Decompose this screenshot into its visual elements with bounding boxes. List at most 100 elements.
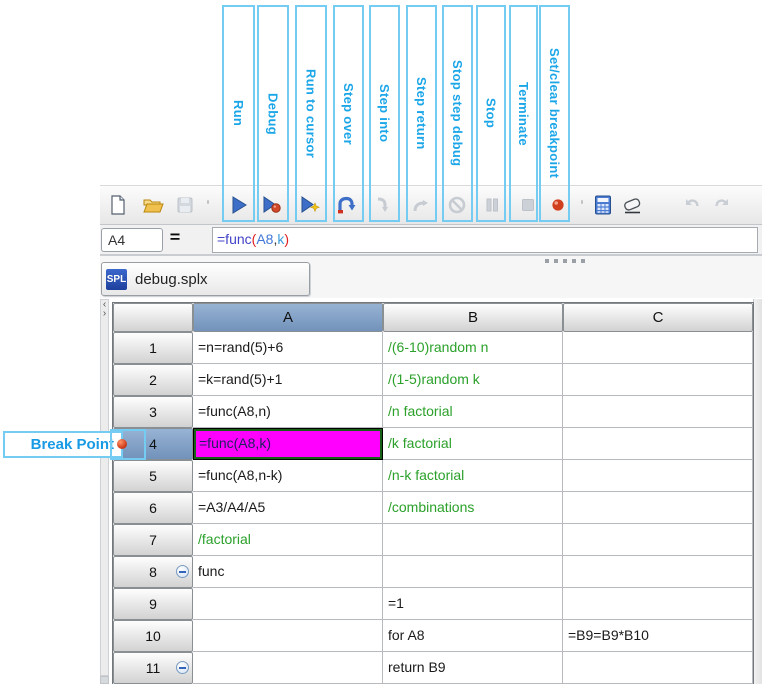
cell-reference-box[interactable]: A4 [101,228,163,252]
eraser-clear-icon[interactable] [621,194,643,216]
annotation-run: Run [222,5,255,222]
tab-bar: SPL debug.splx [100,256,762,298]
column-header-B[interactable]: B [383,303,563,332]
cell-A4-selected[interactable]: =func(A8,k) [193,428,383,460]
spreadsheet: A B C 1 =n=rand(5)+6 /(6-10)random n 2 =… [112,302,754,684]
cell-A3[interactable]: =func(A8,n) [193,396,383,428]
row-header-10[interactable]: 10 [113,620,193,652]
grid-row-10: 10 for A8 =B9=B9*B10 [113,620,753,652]
new-file-icon[interactable] [107,194,129,216]
breakpoint-dot-icon [117,439,127,449]
cell-B3[interactable]: /n factorial [383,396,563,428]
formula-token: A8 [256,231,274,247]
grid-row-1: 1 =n=rand(5)+6 /(6-10)random n [113,332,753,364]
formula-token: ) [284,231,289,247]
row-header-5[interactable]: 5 [113,460,193,492]
formula-input[interactable]: =func(A8,k) [212,227,758,253]
cell-B11[interactable]: return B9 [383,652,563,684]
cell-C6[interactable] [563,492,753,524]
cell-A10[interactable] [193,620,383,652]
cell-C10[interactable]: =B9=B9*B10 [563,620,753,652]
grid-row-6: 6 =A3/A4/A5 /combinations [113,492,753,524]
cell-B2[interactable]: /(1-5)random k [383,364,563,396]
grid-row-2: 2 =k=rand(5)+1 /(1-5)random k [113,364,753,396]
row-number: 8 [149,564,157,580]
corner-header[interactable] [113,303,193,332]
cell-C9[interactable] [563,588,753,620]
row-header-9[interactable]: 9 [113,588,193,620]
cell-A6[interactable]: =A3/A4/A5 [193,492,383,524]
tab-debug-splx[interactable]: SPL debug.splx [101,262,310,296]
cell-A1[interactable]: =n=rand(5)+6 [193,332,383,364]
splitter-handle[interactable] [545,259,585,263]
annotation-step-over: Step over [333,5,364,222]
row-header-11[interactable]: 11 [113,652,193,684]
row-header-7[interactable]: 7 [113,524,193,556]
grid-row-7: 7 /factorial [113,524,753,556]
scroll-right-icon[interactable]: › [101,309,108,319]
cell-B4[interactable]: /k factorial [383,428,563,460]
calculator-icon[interactable] [592,194,614,216]
open-file-icon[interactable] [142,194,164,216]
redo-icon-disabled[interactable] [711,194,733,216]
cell-B8[interactable] [383,556,563,588]
row-header-1[interactable]: 1 [113,332,193,364]
annotation-terminate: Terminate [509,5,538,222]
scrollbar-corner [100,676,109,684]
spl-logo-icon: SPL [106,268,127,290]
annotation-step-return: Step return [406,5,437,222]
grid-row-5: 5 =func(A8,n-k) /n-k factorial [113,460,753,492]
grid-row-4: 4 =func(A8,k) /k factorial [113,428,753,460]
formula-token: =func [217,231,252,247]
cell-B6[interactable]: /combinations [383,492,563,524]
undo-icon-disabled[interactable] [681,194,703,216]
collapse-minus-icon[interactable] [176,661,189,674]
cell-C5[interactable] [563,460,753,492]
annotation-run-to-cursor: Run to cursor [295,5,327,222]
annotation-set-clear-breakpoint: Set/clear breakpoint [539,5,570,222]
toolbar-separator [207,200,209,204]
annotation-step-into: Step into [369,5,400,222]
cell-C3[interactable] [563,396,753,428]
cell-A7[interactable]: /factorial [193,524,383,556]
cell-C7[interactable] [563,524,753,556]
annotation-stop-step-debug: Stop step debug [442,5,473,222]
screenshot-canvas: A4 = =func(A8,k) SPL debug.splx ‹ › A B … [0,0,762,684]
cell-A11[interactable] [193,652,383,684]
row-number: 11 [145,660,161,676]
row-header-6[interactable]: 6 [113,492,193,524]
cell-A5[interactable]: =func(A8,n-k) [193,460,383,492]
cell-B5[interactable]: /n-k factorial [383,460,563,492]
row-header-3[interactable]: 3 [113,396,193,428]
formula-bar: A4 = =func(A8,k) [100,225,762,256]
cell-C1[interactable] [563,332,753,364]
annotation-debug: Debug [257,5,289,222]
save-icon-disabled[interactable] [174,194,196,216]
cell-B1[interactable]: /(6-10)random n [383,332,563,364]
toolbar-separator [581,200,583,204]
vertical-scrollbar[interactable] [753,299,762,684]
cell-A9[interactable] [193,588,383,620]
break-point-highlight-box [110,429,146,460]
row-header-2[interactable]: 2 [113,364,193,396]
cell-B10[interactable]: for A8 [383,620,563,652]
cell-B7[interactable] [383,524,563,556]
grid-row-3: 3 =func(A8,n) /n factorial [113,396,753,428]
row-header-8[interactable]: 8 [113,556,193,588]
equals-symbol: = [169,228,181,247]
cell-C4[interactable] [563,428,753,460]
grid-row-8: 8 func [113,556,753,588]
left-splitter[interactable]: ‹ › [100,299,109,676]
break-point-callout-label: Break Point [3,431,123,458]
cell-C2[interactable] [563,364,753,396]
cell-B9[interactable]: =1 [383,588,563,620]
collapse-minus-icon[interactable] [176,565,189,578]
cell-C11[interactable] [563,652,753,684]
cell-A2[interactable]: =k=rand(5)+1 [193,364,383,396]
grid-row-11: 11 return B9 [113,652,753,684]
column-header-C[interactable]: C [563,303,753,332]
annotation-stop: Stop [476,5,506,222]
cell-C8[interactable] [563,556,753,588]
cell-A8[interactable]: func [193,556,383,588]
column-header-A[interactable]: A [193,303,383,332]
